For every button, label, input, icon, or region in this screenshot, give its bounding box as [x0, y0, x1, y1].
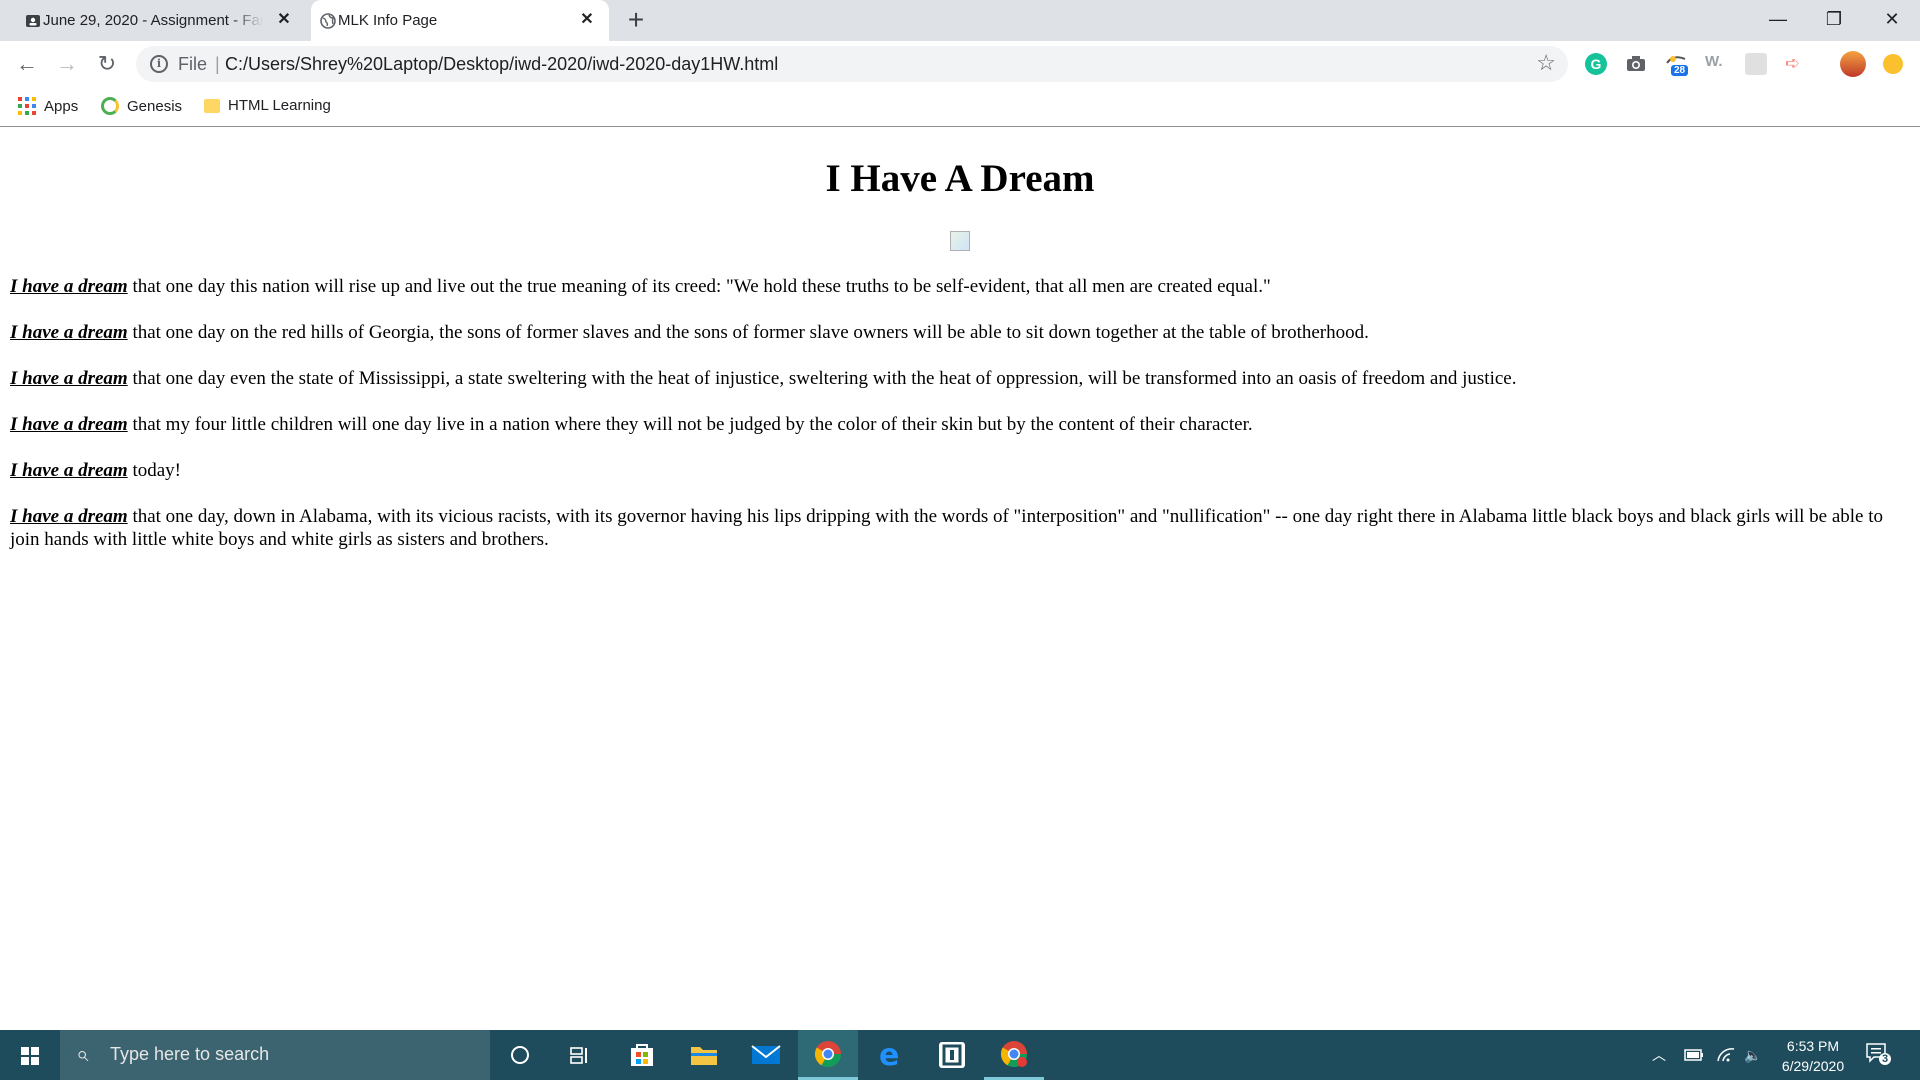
taskbar-search[interactable]: ⌕ Type here to search	[60, 1030, 490, 1080]
maximize-button[interactable]: ❐	[1806, 0, 1862, 41]
close-tab-icon[interactable]: ✕	[577, 10, 597, 30]
file-explorer-icon[interactable]	[674, 1030, 734, 1080]
paragraph-text: that one day even the state of Mississip…	[127, 368, 1517, 389]
apps-grid-icon	[18, 97, 36, 115]
extension-badge: 28	[1671, 65, 1689, 76]
volume-icon[interactable]: 🔈	[1744, 1030, 1761, 1080]
address-bar[interactable]: i File | C:/Users/Shrey%20Laptop/Desktop…	[136, 46, 1568, 82]
globe-icon	[319, 12, 337, 30]
profile-avatar[interactable]	[1840, 51, 1866, 77]
cortana-icon[interactable]	[490, 1030, 550, 1080]
clock-date: 6/29/2020	[1781, 1058, 1845, 1074]
battery-icon[interactable]	[1684, 1030, 1704, 1080]
paragraph-lead: I have a dream	[10, 460, 128, 481]
mail-icon[interactable]	[736, 1030, 796, 1080]
bookmark-html-learning[interactable]: HTML Learning	[204, 97, 331, 114]
grey-extension-icon[interactable]	[1745, 53, 1767, 75]
forward-arrow-icon[interactable]: →	[51, 49, 83, 81]
paragraph-text: that my four little children will one da…	[127, 414, 1253, 435]
windows-logo-icon	[21, 1047, 39, 1065]
w-extension-icon[interactable]: W.	[1705, 53, 1727, 75]
page-content: I Have A Dream I have a dream that one d…	[0, 128, 1920, 1030]
paragraph-lead: I have a dream	[10, 322, 128, 343]
bookmarks-bar: Apps Genesis HTML Learning	[0, 87, 1920, 127]
wifi-icon[interactable]	[1716, 1030, 1736, 1080]
paragraph-text: that one day on the red hills of Georgia…	[127, 322, 1369, 343]
dream-paragraph: I have a dream that one day this nation …	[10, 275, 1910, 298]
minimize-button[interactable]: —	[1750, 0, 1806, 41]
bookmark-apps[interactable]: Apps	[18, 97, 78, 115]
dream-paragraph: I have a dream today!	[10, 459, 1910, 482]
chrome-alt-icon[interactable]	[984, 1030, 1044, 1080]
notification-count: 3	[1881, 1053, 1889, 1065]
bookmark-label: Apps	[44, 97, 79, 115]
bookmark-label: Genesis	[127, 97, 183, 115]
dream-paragraph: I have a dream that my four little child…	[10, 413, 1910, 436]
url-scheme: File	[178, 54, 208, 74]
tab-title: MLK Info Page	[338, 12, 438, 29]
search-icon: ⌕	[76, 1041, 89, 1066]
dream-paragraph: I have a dream that one day, down in Ala…	[10, 505, 1910, 551]
show-hidden-icons[interactable]: ︿	[1652, 1030, 1666, 1080]
page-heading: I Have A Dream	[825, 157, 1095, 200]
dream-paragraph: I have a dream that one day even the sta…	[10, 367, 1910, 390]
grammarly-extension-icon[interactable]: G	[1585, 53, 1607, 75]
paragraph-lead: I have a dream	[10, 506, 128, 527]
app-icon[interactable]	[922, 1030, 982, 1080]
bookmark-genesis[interactable]: Genesis	[101, 97, 182, 115]
camera-extension-icon[interactable]	[1625, 53, 1647, 75]
tab-title: June 29, 2020 - Assignment - Fan	[43, 12, 263, 29]
notification-icon[interactable]: 3	[1866, 1042, 1892, 1066]
task-view-icon[interactable]	[550, 1030, 610, 1080]
paragraph-lead: I have a dream	[10, 276, 128, 297]
edge-icon[interactable]: e	[860, 1030, 920, 1080]
url-text[interactable]: C:/Users/Shrey%20Laptop/Desktop/iwd-2020…	[225, 54, 778, 75]
clock-time: 6:53 PM	[1786, 1038, 1840, 1054]
bookmark-label: HTML Learning	[228, 97, 331, 114]
paragraph-lead: I have a dream	[10, 414, 128, 435]
svg-text:e: e	[879, 1040, 899, 1070]
url-separator: |	[215, 54, 220, 74]
gold-extension-icon[interactable]	[1883, 54, 1903, 74]
classroom-icon	[24, 12, 42, 30]
tab-assignment[interactable]: June 29, 2020 - Assignment - Fan ✕	[16, 0, 306, 41]
start-button[interactable]	[0, 1030, 60, 1080]
close-tab-icon[interactable]: ✕	[274, 10, 294, 30]
store-icon[interactable]	[612, 1030, 672, 1080]
info-icon[interactable]: i	[150, 55, 168, 73]
close-window-button[interactable]: ✕	[1864, 0, 1920, 41]
pink-extension-icon[interactable]: ➪	[1785, 53, 1807, 75]
paragraph-text: that one day, down in Alabama, with its …	[10, 506, 1883, 550]
reload-icon[interactable]: ↻	[91, 49, 123, 81]
folder-icon	[204, 98, 220, 113]
paragraph-text: that one day this nation will rise up an…	[127, 276, 1271, 297]
paragraph-lead: I have a dream	[10, 368, 128, 389]
new-tab-button[interactable]: +	[619, 6, 653, 36]
bookmark-star-icon[interactable]: ☆	[1536, 50, 1556, 76]
counter-extension-icon[interactable]: 28	[1665, 53, 1689, 76]
windows-taskbar: ⌕ Type here to search e ︿ 🔈 6:53 PM 6/29…	[0, 1030, 1920, 1080]
search-placeholder: Type here to search	[110, 1044, 270, 1064]
browser-tab-strip: June 29, 2020 - Assignment - Fan ✕ MLK I…	[0, 0, 1920, 41]
paragraph-text: today!	[127, 460, 181, 481]
system-clock[interactable]: 6:53 PM 6/29/2020	[1768, 1036, 1858, 1076]
tab-mlk-info[interactable]: MLK Info Page ✕	[311, 0, 609, 41]
back-arrow-icon[interactable]: ←	[11, 49, 43, 81]
broken-image-icon	[950, 231, 970, 251]
chrome-icon[interactable]	[798, 1030, 858, 1080]
genesis-icon	[101, 97, 119, 115]
dream-paragraph: I have a dream that one day on the red h…	[10, 321, 1910, 344]
